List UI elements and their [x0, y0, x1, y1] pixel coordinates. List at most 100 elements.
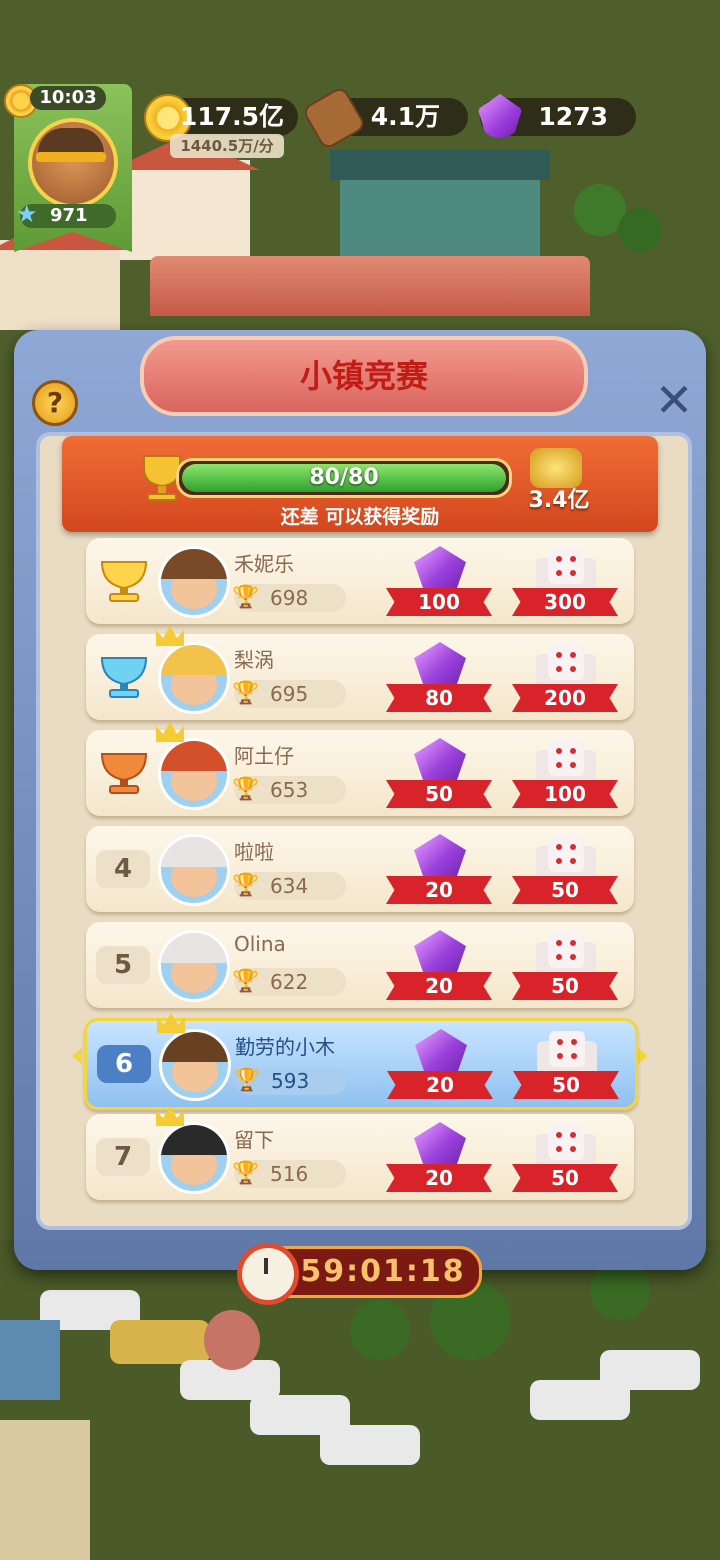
score-pill: 🏆 593	[233, 1067, 347, 1095]
gem-reward: 50	[386, 736, 492, 812]
player-avatar[interactable]	[158, 642, 230, 714]
progress-bar: 80/80	[176, 458, 512, 498]
score-pill: 🏆 622	[232, 968, 346, 996]
dice-reward: 100	[512, 736, 618, 812]
score-pill: 🏆 516	[232, 1160, 346, 1188]
gem-reward-value: 100	[418, 590, 460, 614]
avatar-hair	[161, 741, 227, 771]
progress-text: 80/80	[309, 465, 379, 490]
dice-reward: 50	[512, 832, 618, 908]
dice-icon	[548, 740, 584, 776]
player-avatar[interactable]	[159, 1029, 231, 1101]
score-pill: 🏆 634	[232, 872, 346, 900]
gem-reward-value: 50	[425, 782, 453, 806]
gem-icon	[414, 930, 466, 976]
player-avatar[interactable]	[158, 738, 230, 810]
gem-reward: 20	[386, 928, 492, 1004]
rank-number: 6	[97, 1045, 151, 1083]
wood-counter[interactable]: 4.1万	[301, 85, 468, 151]
close-button[interactable]: ✕	[652, 377, 696, 423]
gem-icon	[414, 642, 466, 688]
dice-icon	[549, 1031, 585, 1067]
gem-reward-value: 80	[425, 686, 453, 710]
rank-number: 5	[96, 946, 150, 984]
rank-trophy-icon: 3	[96, 746, 152, 796]
player-name: 禾妮乐	[234, 552, 294, 576]
leaderboard-row[interactable]: 5 Olina 🏆 622 20 50	[86, 922, 634, 1008]
player-name: 阿土仔	[234, 744, 294, 768]
gem-reward: 20	[386, 1120, 492, 1196]
trophy-icon: 🏆	[232, 585, 260, 610]
highlight-arrow-left	[72, 1048, 82, 1064]
coins-counter[interactable]: 117.5亿	[144, 94, 298, 142]
cup-shape	[100, 657, 148, 698]
dice-reward-value: 50	[551, 1166, 579, 1190]
avatar-hair	[161, 549, 227, 579]
player-avatar[interactable]	[28, 118, 118, 208]
player-name: 啦啦	[234, 840, 274, 864]
leaderboard-row[interactable]: 7 留下 🏆 516 20 50	[86, 1106, 634, 1200]
gem-reward: 80	[386, 640, 492, 716]
gem-icon	[414, 738, 466, 784]
rank-trophy-icon: 1	[96, 554, 152, 604]
score-value: 695	[270, 682, 309, 706]
leaderboard-row-self[interactable]: 6 勤劳的小木 🏆 593 20 50	[84, 1013, 638, 1110]
trophy-icon: 🏆	[232, 777, 260, 802]
leaderboard-row[interactable]: 2 梨涡 🏆 695 80 200	[86, 626, 634, 720]
highlight-arrow-right	[638, 1048, 648, 1064]
player-level: ★ 971	[16, 202, 116, 228]
dice-icon	[548, 1124, 584, 1160]
panel-roof	[150, 256, 590, 316]
coins-value: 117.5亿	[179, 102, 284, 131]
player-avatar[interactable]	[158, 834, 230, 906]
leaderboard-row[interactable]: 1 禾妮乐 🏆 698 100 300	[86, 538, 634, 624]
player-name: 勤劳的小木	[235, 1035, 335, 1059]
score-value: 622	[270, 970, 309, 994]
panel-title: 小镇竞赛	[140, 336, 588, 416]
gem-reward: 20	[387, 1027, 493, 1103]
player-name: 留下	[234, 1128, 274, 1152]
dice-icon	[548, 644, 584, 680]
level-value: 971	[50, 205, 88, 226]
gem-icon	[414, 834, 466, 880]
player-avatar[interactable]	[158, 1122, 230, 1194]
dice-icon	[548, 548, 584, 584]
wood-value: 4.1万	[370, 102, 440, 131]
score-pill: 🏆 653	[232, 776, 346, 804]
rank-number: 4	[96, 850, 150, 888]
gems-counter[interactable]: 1273	[478, 94, 636, 138]
trophy-icon: 🏆	[232, 1161, 260, 1186]
avatar-hair	[162, 1032, 228, 1062]
countdown-timer: 59:01:18	[237, 1243, 482, 1305]
house-building	[120, 160, 250, 260]
cup-shape	[100, 753, 148, 794]
rank-trophy-icon: 2	[96, 650, 152, 700]
leaderboard-row[interactable]: 3 阿土仔 🏆 653 50 100	[86, 722, 634, 816]
score-value: 698	[270, 586, 309, 610]
score-value: 593	[271, 1069, 310, 1093]
player-name: 梨涡	[234, 648, 274, 672]
dice-reward-value: 300	[544, 590, 586, 614]
trophy-icon: 🏆	[233, 1068, 261, 1093]
progress-subtitle: 还差 可以获得奖励	[280, 506, 440, 528]
leaderboard-row[interactable]: 4 啦啦 🏆 634 20 50	[86, 826, 634, 912]
score-pill: 🏆 698	[232, 584, 346, 612]
player-avatar[interactable]	[158, 546, 230, 618]
gem-reward-value: 20	[425, 974, 453, 998]
score-value: 653	[270, 778, 309, 802]
dice-reward-value: 50	[552, 1073, 580, 1097]
player-avatar[interactable]	[158, 930, 230, 1002]
alarm-clock-icon	[237, 1243, 299, 1305]
avatar-hair	[161, 837, 227, 867]
rank-number: 7	[96, 1138, 150, 1176]
trophy-icon: 🏆	[232, 873, 260, 898]
cup-shape	[100, 561, 148, 602]
avatar-hair	[161, 933, 227, 963]
clock-time: 10:03	[30, 86, 106, 110]
help-button[interactable]: ?	[32, 380, 78, 426]
gems-value: 1273	[538, 102, 608, 131]
gem-reward-value: 20	[425, 1166, 453, 1190]
close-icon: ✕	[654, 373, 694, 427]
dice-reward-value: 100	[544, 782, 586, 806]
dice-reward: 50	[512, 928, 618, 1004]
